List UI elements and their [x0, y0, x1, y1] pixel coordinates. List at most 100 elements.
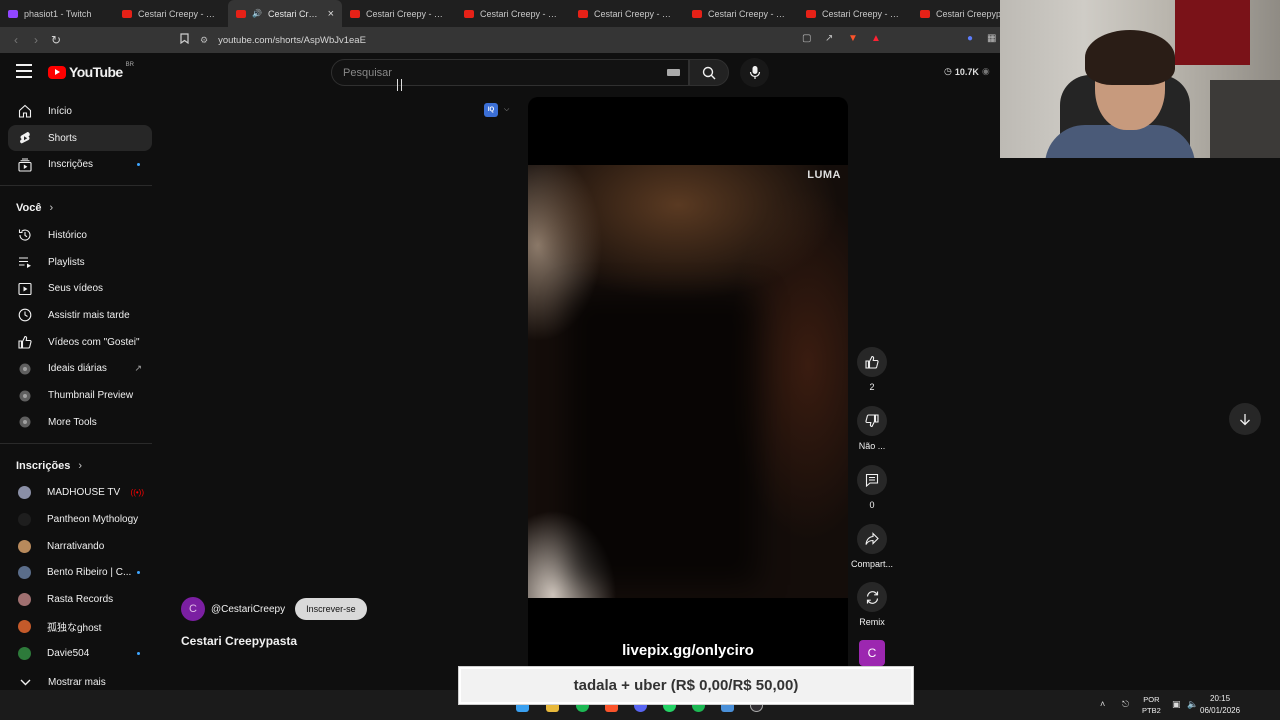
sidebar-item-bento-ribeiro-c[interactable]: Bento Ribeiro | C...	[8, 560, 152, 587]
sidebar-item-label: Ideais diárias	[48, 363, 107, 375]
extension-icon[interactable]: ●	[967, 33, 973, 44]
reload-icon[interactable]: ↻	[46, 33, 66, 47]
chevron-right-icon: ›	[49, 202, 54, 215]
sidebar-item-thumbnail-preview[interactable]: Thumbnail Preview	[8, 382, 152, 409]
you-section-heading[interactable]: Você ›	[0, 194, 152, 222]
forward-icon[interactable]: ›	[26, 33, 46, 47]
sidebar-item-label: Início	[48, 105, 72, 117]
sidebar-item-v-deos-com-gostei[interactable]: Vídeos com "Gostei"	[8, 329, 152, 356]
tab-0[interactable]: phasiot1 - Twitch	[0, 0, 114, 27]
youtube-icon	[692, 9, 702, 18]
arrow-down-icon	[1240, 413, 1250, 425]
browser-tab-bar: phasiot1 - Twitch Cestari Creepy - YouTu 🔊…	[0, 0, 1000, 27]
like-button[interactable]	[857, 347, 887, 377]
tray-chevron-icon[interactable]: ˄	[1100, 699, 1105, 709]
playlists-icon	[18, 255, 32, 269]
tab-5[interactable]: Cestari Creepy - YouTu	[570, 0, 684, 27]
voice-search-button[interactable]	[740, 58, 769, 87]
tab-3[interactable]: Cestari Creepy - YouTu	[342, 0, 456, 27]
bookmark-icon[interactable]	[180, 33, 189, 47]
sidebar-item-label: Narrativando	[47, 540, 105, 552]
shorts-video-player[interactable]: LUMA livepix.gg/onlyciro	[528, 97, 848, 690]
share-label: Compart...	[851, 559, 894, 569]
tab-7[interactable]: Cestari Creepy - YouTu	[798, 0, 912, 27]
eye-icon: ◉	[981, 66, 990, 76]
sidebar-item-pantheon-mythology[interactable]: Pantheon Mythology	[8, 506, 152, 533]
search-input[interactable]: Pesquisar	[331, 59, 689, 86]
microphone-tray-icon[interactable]: ⎋	[1122, 699, 1129, 710]
sidebar-item-ideais-di-rias[interactable]: Ideais diárias ↗	[8, 356, 152, 383]
network-icon[interactable]: ▣	[1172, 699, 1181, 710]
language-indicator[interactable]: POR PTB2	[1142, 694, 1161, 716]
sidebar-item-ghost[interactable]: 孤独なghost	[8, 613, 152, 640]
search-button[interactable]	[689, 59, 729, 86]
tab-label: Cestari Creepy - YouTu	[480, 8, 562, 19]
tab-close-icon[interactable]: ×	[328, 8, 334, 20]
text-cursor-icon	[397, 79, 402, 91]
youtube-play-icon	[48, 65, 66, 79]
sidebar-item-label: Histórico	[48, 229, 87, 241]
channel-info: C @CestariCreepy Inscrever-se	[181, 597, 367, 621]
brave-shield-icon[interactable]: ▼	[848, 33, 858, 44]
brave-rewards-icon[interactable]: ▲	[871, 33, 881, 44]
sidebar-divider	[0, 442, 152, 444]
puzzle-icon[interactable]: ▦	[987, 33, 996, 44]
share-page-icon[interactable]: ↗	[825, 33, 833, 44]
tab-6[interactable]: Cestari Creepy - YouTu	[684, 0, 798, 27]
volume-icon[interactable]: 🔈	[1187, 699, 1198, 710]
tab-label: Cestari Creepy - YouTu	[822, 8, 904, 19]
comment-icon	[865, 473, 879, 487]
sidebar-item-hist-rico[interactable]: Histórico	[8, 222, 152, 249]
youtube-icon	[350, 9, 360, 18]
subscribe-button[interactable]: Inscrever-se	[295, 598, 367, 620]
video-title[interactable]: Cestari Creepypasta	[181, 634, 297, 648]
extension-icon	[18, 362, 32, 376]
thumbs-down-icon	[865, 414, 879, 428]
share-button[interactable]	[857, 524, 887, 554]
system-clock[interactable]: 20:15 06/01/2026	[1200, 693, 1240, 717]
dislike-button[interactable]	[857, 406, 887, 436]
sidebar-item-shorts[interactable]: Shorts	[8, 124, 152, 152]
clock-date: 06/01/2026	[1200, 706, 1241, 715]
tab-label: phasiot1 - Twitch	[24, 8, 92, 19]
tab-2[interactable]: 🔊 Cestari Creepy ×	[228, 0, 342, 27]
sidebar-item-assistir-mais-tarde[interactable]: Assistir mais tarde	[8, 302, 152, 329]
sidebar-item-davie504[interactable]: Davie504	[8, 640, 152, 667]
site-settings-icon[interactable]: ⚙	[200, 35, 208, 46]
comments-button[interactable]	[857, 465, 887, 495]
remix-button[interactable]	[857, 582, 887, 612]
audio-playing-icon[interactable]: 🔊	[252, 9, 262, 18]
next-video-button[interactable]	[1229, 403, 1261, 435]
tab-8[interactable]: Cestari Creepypas	[912, 0, 1000, 27]
country-code: BR	[125, 62, 134, 68]
extension-icon	[18, 415, 32, 429]
youtube-logo[interactable]: YouTube BR	[48, 62, 134, 80]
sidebar-item-rasta-records[interactable]: Rasta Records	[8, 586, 152, 613]
sidebar-item-in-cio[interactable]: Início	[8, 98, 152, 125]
channel-handle[interactable]: @CestariCreepy	[211, 604, 285, 615]
url-text: youtube.com/shorts/AspWbJv1eaE	[218, 34, 366, 46]
sidebar-item-inscri-es[interactable]: Inscrições	[8, 151, 152, 178]
channel-avatar[interactable]: C	[181, 597, 205, 621]
sidebar-item-seus-v-deos[interactable]: Seus vídeos	[8, 275, 152, 302]
keyboard-layout: PTB2	[1142, 706, 1161, 715]
channel-avatar-button[interactable]: C	[859, 640, 885, 666]
tab-1[interactable]: Cestari Creepy - YouTu	[114, 0, 228, 27]
sidebar-item-more-tools[interactable]: More Tools	[8, 409, 152, 436]
sidebar-item-playlists[interactable]: Playlists	[8, 249, 152, 276]
back-icon[interactable]: ‹	[6, 33, 26, 47]
tab-4[interactable]: Cestari Creepy - YouTu	[456, 0, 570, 27]
hamburger-menu-icon[interactable]	[16, 64, 32, 78]
youtube-icon	[122, 9, 132, 18]
keyboard-icon[interactable]	[667, 69, 680, 76]
iq-extension[interactable]: IQ ⌵	[484, 103, 509, 117]
subscriptions-section-heading[interactable]: Inscrições ›	[0, 452, 152, 480]
sidebar-item-madhouse-tv[interactable]: MADHOUSE TV ((•))	[8, 480, 152, 507]
webcam-overlay	[1000, 0, 1280, 158]
sidebar-item-narrativando[interactable]: Narrativando	[8, 533, 152, 560]
watch-later-icon	[18, 308, 32, 322]
cast-icon[interactable]: ▢	[802, 33, 811, 44]
url-field[interactable]: ⚙ youtube.com/shorts/AspWbJv1eaE	[200, 30, 760, 50]
youtube-icon	[578, 9, 588, 18]
tab-label: Cestari Creepy - YouTu	[594, 8, 676, 19]
